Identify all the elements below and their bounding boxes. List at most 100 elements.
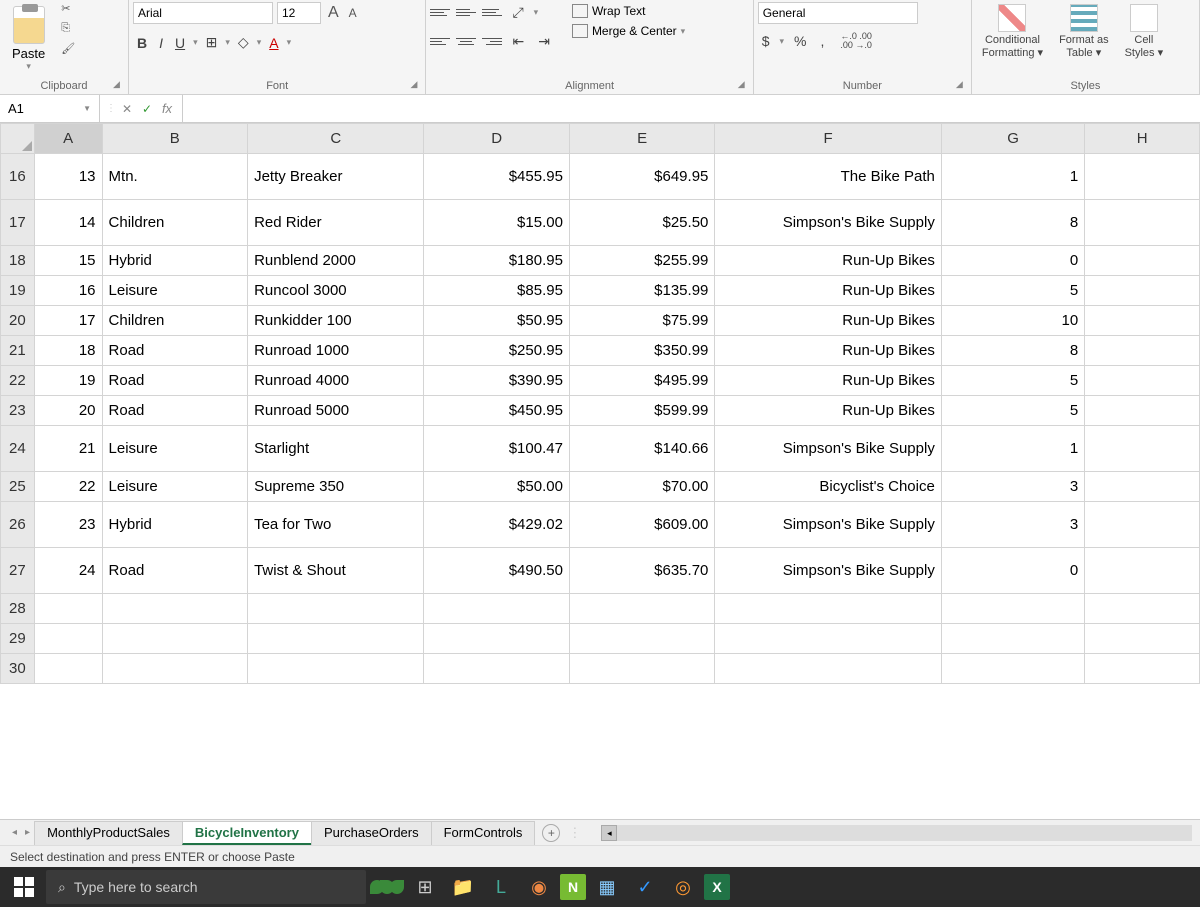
cell[interactable]: 1 (941, 426, 1084, 472)
wrap-text-button[interactable]: Wrap Text (568, 2, 689, 20)
cell[interactable]: 14 (34, 200, 102, 246)
cell[interactable]: Leisure (102, 276, 248, 306)
cell[interactable]: Road (102, 336, 248, 366)
cell[interactable] (424, 654, 569, 684)
font-size-select[interactable] (277, 2, 321, 24)
row-header[interactable]: 27 (1, 548, 35, 594)
decrease-indent-button[interactable]: ⇤ (508, 31, 528, 52)
column-header-B[interactable]: B (102, 124, 248, 154)
cell[interactable]: 5 (941, 396, 1084, 426)
cell[interactable] (1085, 426, 1200, 472)
border-button[interactable]: ⊞ (202, 32, 222, 53)
taskbar-app-icon[interactable]: ◎ (666, 870, 700, 904)
column-header-E[interactable]: E (569, 124, 714, 154)
decrease-decimal-button[interactable]: .00 →.0 (840, 41, 872, 50)
bold-button[interactable]: B (133, 33, 151, 53)
cell[interactable] (424, 594, 569, 624)
column-header-C[interactable]: C (248, 124, 424, 154)
copy-button[interactable]: ⎘ (61, 22, 81, 40)
cell[interactable] (248, 624, 424, 654)
taskbar-clover-icon[interactable] (370, 870, 404, 904)
enter-formula-button[interactable]: ✓ (138, 102, 156, 116)
cell[interactable]: $635.70 (569, 548, 714, 594)
cell[interactable]: Leisure (102, 426, 248, 472)
cell[interactable] (34, 654, 102, 684)
spreadsheet-grid[interactable]: ABCDEFGH 1613Mtn.Jetty Breaker$455.95$64… (0, 123, 1200, 819)
cancel-formula-button[interactable]: ✕ (118, 102, 136, 116)
clipboard-launcher-icon[interactable]: ◢ (113, 79, 125, 91)
cell[interactable]: $495.99 (569, 366, 714, 396)
file-explorer-icon[interactable]: 📁 (446, 870, 480, 904)
cell[interactable]: $450.95 (424, 396, 569, 426)
column-header-F[interactable]: F (715, 124, 941, 154)
cell[interactable]: $140.66 (569, 426, 714, 472)
cell[interactable]: $490.50 (424, 548, 569, 594)
cell[interactable]: 8 (941, 336, 1084, 366)
cell[interactable]: 24 (34, 548, 102, 594)
cell[interactable]: 3 (941, 472, 1084, 502)
row-header[interactable]: 29 (1, 624, 35, 654)
cell[interactable]: Mtn. (102, 154, 248, 200)
cell[interactable]: $85.95 (424, 276, 569, 306)
cell[interactable]: 20 (34, 396, 102, 426)
scroll-left-button[interactable]: ◂ (601, 825, 617, 841)
merge-center-button[interactable]: Merge & Center ▾ (568, 22, 689, 40)
row-header[interactable]: 28 (1, 594, 35, 624)
cell[interactable] (1085, 306, 1200, 336)
font-launcher-icon[interactable]: ◢ (410, 79, 422, 91)
cell[interactable]: Starlight (248, 426, 424, 472)
cell[interactable]: Simpson's Bike Supply (715, 426, 941, 472)
cell[interactable]: Runroad 4000 (248, 366, 424, 396)
column-header-A[interactable]: A (34, 124, 102, 154)
align-center-button[interactable] (456, 33, 476, 51)
cell[interactable] (715, 624, 941, 654)
cell[interactable]: 8 (941, 200, 1084, 246)
align-middle-button[interactable] (456, 4, 476, 22)
cell[interactable]: Runkidder 100 (248, 306, 424, 336)
cell[interactable]: Jetty Breaker (248, 154, 424, 200)
cell[interactable] (248, 654, 424, 684)
cell[interactable] (102, 624, 248, 654)
row-header[interactable]: 25 (1, 472, 35, 502)
cell[interactable]: 3 (941, 502, 1084, 548)
excel-taskbar-icon[interactable]: X (704, 874, 730, 900)
column-header-G[interactable]: G (941, 124, 1084, 154)
cell[interactable] (1085, 472, 1200, 502)
taskbar-app-icon[interactable]: L (484, 870, 518, 904)
cell[interactable] (34, 624, 102, 654)
cell[interactable]: Run-Up Bikes (715, 276, 941, 306)
cell[interactable]: $70.00 (569, 472, 714, 502)
fill-color-button[interactable]: ◇ (234, 32, 253, 53)
align-right-button[interactable] (482, 33, 502, 51)
conditional-formatting-button[interactable]: Conditional Formatting ▾ (976, 2, 1049, 61)
cell[interactable]: $649.95 (569, 154, 714, 200)
cell[interactable]: Hybrid (102, 246, 248, 276)
taskbar-search[interactable]: ⌕ Type here to search (46, 870, 366, 904)
cell[interactable]: 5 (941, 366, 1084, 396)
add-sheet-button[interactable]: + (542, 824, 560, 842)
accounting-format-button[interactable]: $ (758, 33, 774, 49)
cell[interactable] (1085, 276, 1200, 306)
decrease-font-icon[interactable]: A (346, 6, 360, 20)
format-as-table-button[interactable]: Format as Table ▾ (1053, 2, 1115, 61)
cell[interactable]: 17 (34, 306, 102, 336)
cell[interactable] (102, 654, 248, 684)
align-bottom-button[interactable] (482, 4, 502, 22)
cell[interactable] (1085, 366, 1200, 396)
column-header-D[interactable]: D (424, 124, 569, 154)
cell[interactable]: $250.95 (424, 336, 569, 366)
task-view-button[interactable]: ⊞ (408, 870, 442, 904)
cell[interactable] (424, 624, 569, 654)
cell[interactable]: $50.95 (424, 306, 569, 336)
orientation-button[interactable]: ⤢ (508, 2, 527, 23)
percent-button[interactable]: % (790, 33, 810, 49)
taskbar-app-icon[interactable]: N (560, 874, 586, 900)
cell[interactable]: $50.00 (424, 472, 569, 502)
cell[interactable] (715, 654, 941, 684)
cell[interactable]: Red Rider (248, 200, 424, 246)
cell[interactable]: 21 (34, 426, 102, 472)
cell[interactable]: 10 (941, 306, 1084, 336)
sheet-tab[interactable]: PurchaseOrders (311, 821, 432, 845)
cell[interactable] (569, 594, 714, 624)
row-header[interactable]: 30 (1, 654, 35, 684)
